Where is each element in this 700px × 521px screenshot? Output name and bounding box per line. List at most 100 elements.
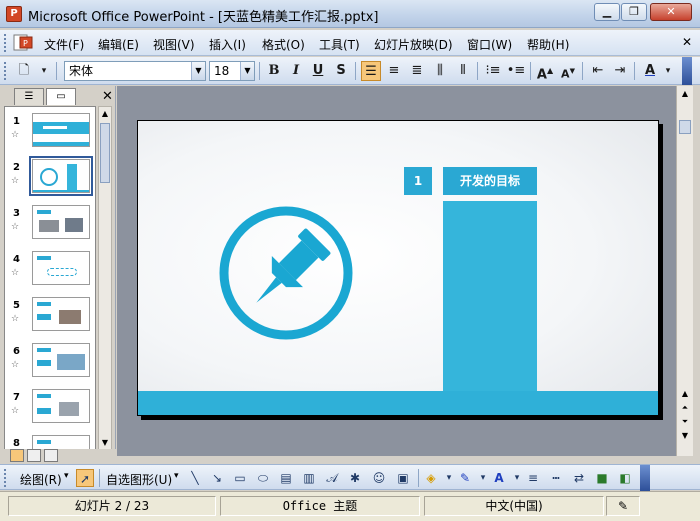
slide-sorter-icon[interactable] [27, 449, 41, 462]
slide-thumbnail[interactable]: 6 ☆ [5, 343, 95, 389]
arrow-style-icon[interactable]: ⇄ [570, 469, 588, 487]
arrow-icon[interactable]: ↘ [208, 469, 226, 487]
underline-button[interactable]: U [308, 61, 328, 81]
slide-bottom-bar[interactable] [138, 391, 658, 415]
align-left-icon[interactable]: ☰ [361, 61, 381, 81]
chevron-down-icon[interactable]: ▼ [240, 62, 254, 80]
font-color-icon[interactable]: A [640, 61, 660, 81]
menu-slideshow[interactable]: 幻灯片放映(D) [374, 36, 453, 53]
next-slide-icon[interactable]: ⏷ [678, 416, 692, 428]
chevron-down-icon[interactable]: ▾ [64, 471, 69, 481]
slide-title[interactable]: 开发的目标 [443, 167, 537, 195]
scroll-up-icon[interactable]: ▲ [99, 107, 111, 121]
menu-help[interactable]: 帮助(H) [527, 36, 569, 53]
autoshapes-menu[interactable]: 自选图形(U) [106, 471, 172, 488]
menu-format[interactable]: 格式(O) [262, 36, 305, 53]
decrease-indent-icon[interactable]: ⇤ [588, 61, 608, 81]
normal-view-icon[interactable] [10, 449, 24, 462]
scroll-up-icon[interactable]: ▲ [678, 388, 692, 400]
wordart-icon[interactable]: 𝒜 [323, 469, 341, 487]
slide-thumbnail[interactable]: 4 ☆ [5, 251, 95, 297]
chevron-down-icon[interactable]: ▾ [174, 471, 179, 481]
shadow-style-icon[interactable]: ■ [593, 469, 611, 487]
scroll-up-icon[interactable]: ▲ [678, 88, 692, 100]
oval-icon[interactable]: ⬭ [254, 469, 272, 487]
slide-scrollbar[interactable]: ▲ ▲ ⏶ ⏷ ▼ [676, 86, 693, 456]
align-right-icon[interactable]: ≣ [407, 61, 427, 81]
justify-icon[interactable]: ⫼ [430, 61, 450, 81]
slides-tab[interactable]: ▭ [46, 88, 76, 105]
toolbar-grip[interactable] [4, 469, 8, 487]
menu-view[interactable]: 视图(V) [153, 36, 195, 53]
align-center-icon[interactable]: ≡ [384, 61, 404, 81]
dash-style-icon[interactable]: ┅ [547, 469, 565, 487]
slide-editing-area[interactable]: 1 开发的目标 [117, 86, 676, 456]
pushpin-icon[interactable] [216, 203, 356, 343]
close-button[interactable]: ✕ [650, 3, 692, 21]
scroll-thumb[interactable] [100, 123, 110, 183]
menu-file[interactable]: 文件(F) [44, 36, 84, 53]
font-size-box[interactable]: 18 ▼ [209, 61, 255, 81]
scroll-down-icon[interactable]: ▼ [678, 430, 692, 442]
decrease-font-icon[interactable]: A▼ [558, 61, 578, 81]
thumbnail-scrollbar[interactable]: ▲ ▼ [98, 106, 112, 451]
italic-button[interactable]: I [286, 61, 306, 81]
bullets-icon[interactable]: •≡ [506, 61, 526, 81]
select-pointer-icon[interactable]: ➚ [76, 469, 94, 487]
3d-style-icon[interactable]: ◧ [616, 469, 634, 487]
formatting-toolbar: 🗋 ▾ 宋体 ▼ 18 ▼ B I U S ☰ ≡ ≣ ⫼ ⦀ ⁝≡ •≡ A▲… [0, 57, 700, 85]
line-style-icon[interactable]: ≡ [524, 469, 542, 487]
chevron-down-icon[interactable]: ▾ [658, 61, 678, 81]
menu-close-doc-icon[interactable]: ✕ [682, 35, 692, 49]
increase-font-icon[interactable]: A▲ [535, 61, 555, 82]
menu-insert[interactable]: 插入(I) [209, 36, 246, 53]
new-dropdown-icon[interactable]: ▾ [34, 61, 54, 81]
scroll-down-icon[interactable]: ▼ [99, 436, 111, 450]
textbox-icon[interactable]: ▤ [277, 469, 295, 487]
chevron-down-icon[interactable]: ▼ [191, 62, 205, 80]
toolbar-grip[interactable] [4, 34, 8, 52]
toolbar-options-icon[interactable] [682, 57, 692, 85]
spelling-check-icon[interactable]: ✎ [606, 496, 640, 516]
slide-thumbnail[interactable]: 5 ☆ [5, 297, 95, 343]
draw-menu[interactable]: 绘图(R) [20, 471, 62, 488]
line-icon[interactable]: ╲ [186, 469, 204, 487]
slide-thumbnail[interactable]: 1 ☆ [5, 113, 95, 159]
font-color-icon[interactable]: A [490, 469, 508, 487]
font-name-box[interactable]: 宋体 ▼ [64, 61, 206, 81]
shadow-button[interactable]: S [331, 61, 351, 81]
picture-icon[interactable]: ▣ [394, 469, 412, 487]
horizontal-gutter [117, 456, 693, 462]
menu-window[interactable]: 窗口(W) [467, 36, 512, 53]
outline-tab[interactable]: ☰ [14, 88, 44, 105]
current-slide[interactable]: 1 开发的目标 [137, 120, 659, 416]
slide-thumbnail[interactable]: 7 ☆ [5, 389, 95, 435]
rectangle-icon[interactable]: ▭ [231, 469, 249, 487]
menu-edit[interactable]: 编辑(E) [98, 36, 139, 53]
powerpoint-app-icon[interactable]: P [6, 6, 22, 22]
new-document-icon[interactable]: 🗋 [14, 61, 34, 81]
slide-thumbnail[interactable]: 2 ☆ [5, 156, 95, 205]
slide-thumbnail[interactable]: 3 ☆ [5, 205, 95, 251]
numbering-icon[interactable]: ⁝≡ [483, 61, 503, 81]
document-icon[interactable]: P [12, 34, 34, 52]
fill-color-icon[interactable]: ◈ [422, 469, 440, 487]
slideshow-view-icon[interactable] [44, 449, 58, 462]
slide-accent-column[interactable] [443, 201, 537, 397]
scroll-thumb[interactable] [679, 120, 691, 134]
increase-indent-icon[interactable]: ⇥ [610, 61, 630, 81]
diagram-icon[interactable]: ✱ [346, 469, 364, 487]
vertical-textbox-icon[interactable]: ▥ [300, 469, 318, 487]
slide-number-box[interactable]: 1 [404, 167, 432, 195]
menu-tools[interactable]: 工具(T) [319, 36, 360, 53]
minimize-button[interactable]: ▁ [594, 3, 620, 21]
pane-close-icon[interactable]: ✕ [102, 89, 113, 104]
distributed-icon[interactable]: ⦀ [453, 61, 473, 81]
previous-slide-icon[interactable]: ⏶ [678, 402, 692, 414]
line-color-icon[interactable]: ✎ [456, 469, 474, 487]
clipart-icon[interactable]: ☺ [370, 469, 388, 487]
toolbar-options-icon[interactable] [640, 465, 650, 491]
bold-button[interactable]: B [264, 61, 284, 81]
toolbar-grip[interactable] [4, 62, 8, 80]
restore-button[interactable]: ❐ [621, 3, 647, 21]
